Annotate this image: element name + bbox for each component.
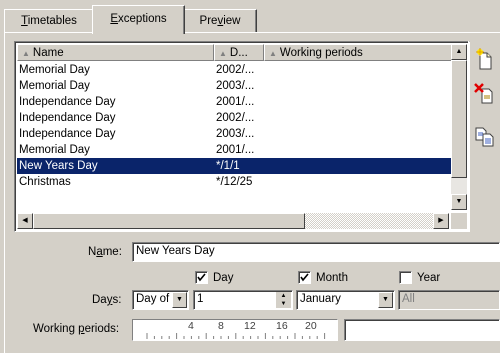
tab-preview[interactable]: Preview (183, 9, 257, 32)
tab-timetables[interactable]: Timetables (4, 9, 94, 32)
days-type-select[interactable]: Day of ▼ (132, 290, 189, 310)
checkmark-icon (300, 273, 309, 282)
duplicate-exception-button[interactable] (473, 125, 497, 149)
ruler-tick-label: 20 (305, 320, 317, 332)
exception-date: 2001/... (216, 96, 255, 108)
checkmark-icon (197, 273, 206, 282)
duplicate-icon (475, 127, 494, 147)
sort-arrow-icon: ▲ (269, 49, 277, 58)
exception-date: */1/1 (216, 160, 240, 172)
list-item[interactable]: Memorial Day 2003/... (17, 78, 455, 94)
name-field[interactable]: New Years Day (132, 242, 500, 262)
day-number-stepper[interactable]: 1 ▲ ▼ (193, 290, 293, 310)
exception-name: New Years Day (19, 160, 98, 172)
exception-name: Memorial Day (19, 144, 90, 156)
vertical-scroll-thumb[interactable] (451, 60, 467, 178)
column-header-date[interactable]: ▲ D... (214, 44, 264, 61)
list-item[interactable]: Independance Day 2001/... (17, 94, 455, 110)
list-item[interactable]: Independance Day 2003/... (17, 126, 455, 142)
delete-icon (474, 83, 493, 104)
spin-up-icon[interactable]: ▲ (276, 292, 291, 300)
chevron-down-icon[interactable]: ▼ (172, 292, 187, 308)
delete-exception-button[interactable] (473, 81, 497, 105)
list-item[interactable]: Memorial Day 2002/... (17, 62, 455, 78)
list-header: ▲ Name ▲ D... ▲ Working periods (17, 44, 457, 62)
scroll-left-icon[interactable]: ◀ (17, 213, 33, 229)
horizontal-scroll-thumb[interactable] (33, 213, 305, 229)
working-periods-field[interactable] (344, 319, 500, 341)
list-item[interactable]: Christmas */12/25 (17, 174, 455, 190)
list-item[interactable]: Independance Day 2002/... (17, 110, 455, 126)
exception-date: 2002/... (216, 112, 255, 124)
scroll-right-icon[interactable]: ▶ (433, 213, 449, 229)
sort-arrow-icon: ▲ (22, 49, 30, 58)
name-label: Name: (88, 246, 122, 258)
sort-arrow-icon: ▲ (219, 49, 227, 58)
exception-name: Independance Day (19, 96, 116, 108)
ruler-tick-label: 16 (276, 320, 288, 332)
ruler-tick-label: 4 (188, 320, 194, 332)
exceptions-toolbar (468, 41, 500, 230)
chevron-down-icon[interactable]: ▼ (378, 292, 393, 308)
exception-date: 2003/... (216, 128, 255, 140)
scrollbar-corner (451, 213, 467, 229)
new-exception-button[interactable] (473, 47, 497, 71)
year-checkbox[interactable]: Year (399, 271, 440, 284)
day-checkbox-box[interactable] (195, 271, 208, 284)
list-item[interactable]: Memorial Day 2001/... (17, 142, 455, 158)
list-rows: Memorial Day 2002/... Memorial Day 2003/...… (17, 62, 455, 190)
column-header-working-periods[interactable]: ▲ Working periods (264, 44, 457, 61)
exception-name: Independance Day (19, 112, 116, 124)
exceptions-list[interactable]: ▲ Name ▲ D... ▲ Working periods Memorial Da… (14, 41, 470, 232)
month-select[interactable]: January ▼ (296, 290, 395, 310)
exception-date: 2002/... (216, 64, 255, 76)
column-header-name[interactable]: ▲ Name (17, 44, 214, 61)
scroll-down-icon[interactable]: ▼ (451, 194, 467, 210)
year-checkbox-box[interactable] (399, 271, 412, 284)
exception-name: Memorial Day (19, 64, 90, 76)
year-field: All (398, 290, 500, 310)
vertical-scrollbar[interactable]: ▲ ▼ (451, 44, 467, 210)
exception-date: 2003/... (216, 80, 255, 92)
day-checkbox[interactable]: Day (195, 271, 233, 284)
spinner-buttons[interactable]: ▲ ▼ (276, 292, 291, 308)
ruler-tick-label: 8 (218, 320, 224, 332)
exception-name: Memorial Day (19, 80, 90, 92)
exception-date: 2001/... (216, 144, 255, 156)
exception-name: Christmas (19, 176, 71, 188)
working-periods-ruler[interactable]: 4 8 12 16 20 (132, 319, 338, 341)
new-document-icon (476, 48, 492, 70)
exception-date: */12/25 (216, 176, 253, 188)
month-checkbox-box[interactable] (298, 271, 311, 284)
ruler-tick-label: 12 (244, 320, 256, 332)
days-label: Days: (92, 294, 122, 306)
tab-exceptions[interactable]: Exceptions (92, 5, 185, 34)
exception-name: Independance Day (19, 128, 116, 140)
month-checkbox[interactable]: Month (298, 271, 348, 284)
scroll-up-icon[interactable]: ▲ (451, 44, 467, 60)
list-item[interactable]: New Years Day */1/1 (17, 158, 455, 174)
spin-down-icon[interactable]: ▼ (276, 300, 291, 308)
working-periods-label: Working periods: (33, 323, 120, 335)
horizontal-scrollbar[interactable]: ◀ ▶ (17, 213, 449, 229)
